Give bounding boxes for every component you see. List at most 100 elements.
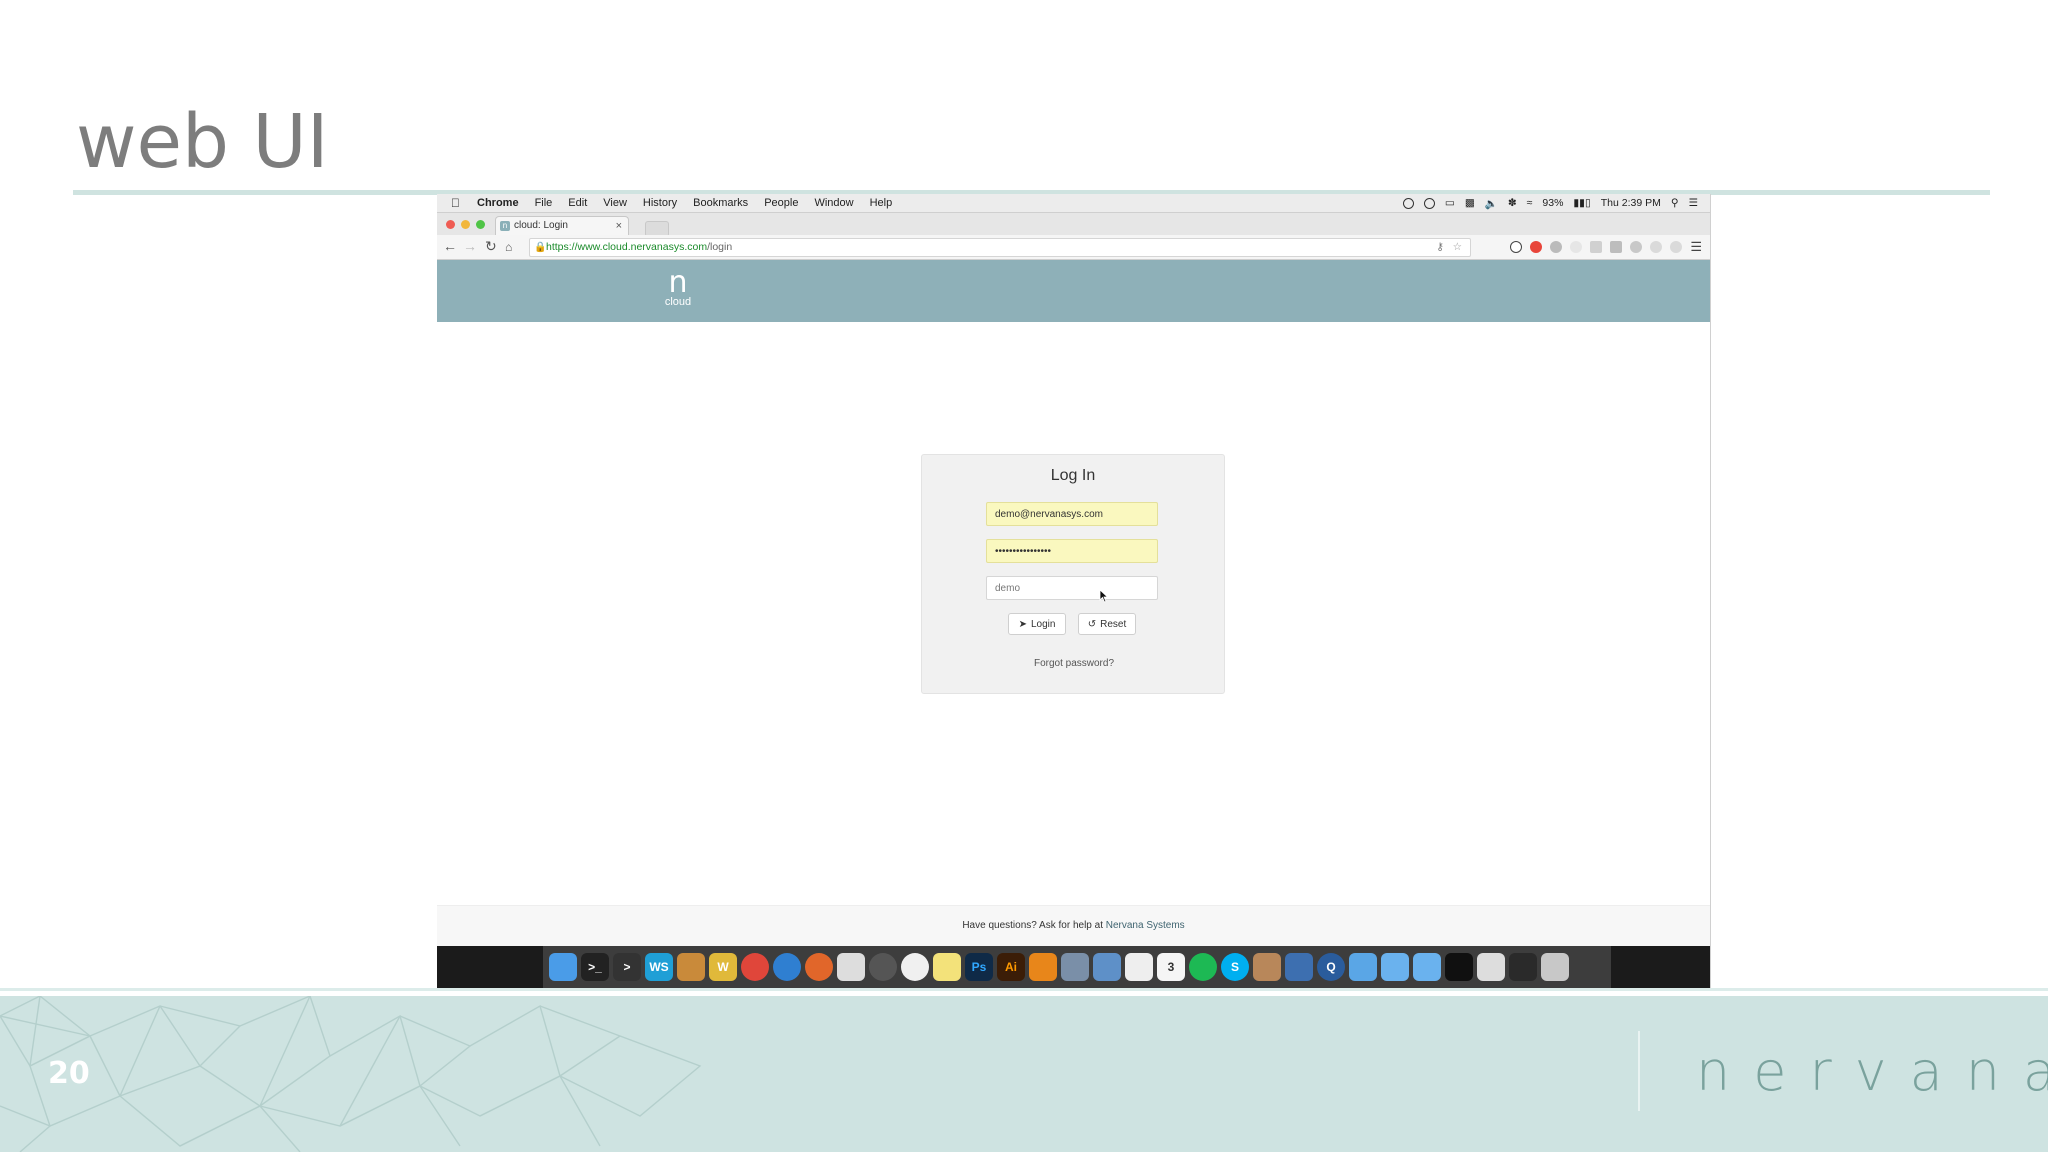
slide-title: web UI — [76, 99, 329, 185]
page-number: 20 — [48, 1056, 90, 1091]
status-icon[interactable] — [1402, 197, 1414, 209]
terminal-window-icon[interactable] — [1445, 953, 1473, 981]
spotify-icon[interactable] — [1189, 953, 1217, 981]
webstorm-icon[interactable]: WS — [645, 953, 673, 981]
wunderlist-icon[interactable]: W — [709, 953, 737, 981]
terminal-alt-icon[interactable]: > — [613, 953, 641, 981]
undo-icon: ↺ — [1087, 618, 1097, 630]
menu-edit[interactable]: Edit — [568, 197, 587, 209]
email-input[interactable] — [986, 502, 1158, 526]
launchpad-icon[interactable] — [837, 953, 865, 981]
notes-icon[interactable] — [933, 953, 961, 981]
logo-word: cloud — [664, 296, 692, 308]
extension-icon-6[interactable] — [1610, 241, 1623, 253]
scanner-icon[interactable] — [677, 953, 705, 981]
login-title: Log In — [1050, 467, 1096, 484]
footer-topline — [0, 988, 2048, 991]
menu-view[interactable]: View — [603, 197, 627, 209]
smiley-icon[interactable] — [901, 953, 929, 981]
menu-file[interactable]: File — [535, 197, 553, 209]
tenant-input[interactable] — [986, 576, 1158, 600]
extension-icon-9[interactable] — [1670, 241, 1683, 253]
tab-strip: n cloud: Login × — [437, 213, 1710, 237]
extension-icon-4[interactable] — [1570, 241, 1583, 253]
reset-button-label: Reset — [1100, 618, 1127, 630]
airplay-icon[interactable]: ▭ — [1445, 197, 1455, 209]
tab-close-icon[interactable]: × — [616, 217, 622, 235]
login-button-label: Login — [1030, 618, 1056, 630]
key-icon[interactable]: ⚷ — [1436, 239, 1444, 256]
image-viewer-icon[interactable] — [1061, 953, 1089, 981]
polygon-pattern — [0, 996, 702, 1152]
vlc-icon[interactable] — [1029, 953, 1057, 981]
window-zoom-icon[interactable] — [476, 220, 485, 229]
password-input[interactable] — [986, 539, 1158, 563]
virtualbox-icon[interactable] — [1285, 953, 1313, 981]
login-button[interactable]: ➤ Login — [1008, 613, 1066, 635]
textedit-icon[interactable] — [1125, 953, 1153, 981]
mac-dock: >_ > WS W Ps Ai 3 S Q — [437, 946, 1710, 990]
forward-icon[interactable]: → — [463, 238, 477, 254]
address-bar[interactable]: 🔒 https://www.cloud.nervanasys.com/login… — [529, 238, 1471, 257]
calendar-icon[interactable]: 3 — [1157, 953, 1185, 981]
mac-menubar:  Chrome File Edit View History Bookmark… — [437, 194, 1710, 213]
illustrator-icon[interactable]: Ai — [997, 953, 1025, 981]
extension-icon-8[interactable] — [1650, 241, 1663, 253]
footer-link[interactable]: Nervana Systems — [1106, 920, 1185, 931]
site-logo[interactable]: n cloud — [663, 265, 693, 309]
forgot-password-link[interactable]: Forgot password? — [922, 658, 1226, 669]
onepassword-extension-icon[interactable] — [1510, 241, 1523, 253]
tab-cloud-login[interactable]: n cloud: Login × — [495, 216, 629, 235]
footer-divider — [1638, 1031, 1640, 1111]
back-icon[interactable]: ← — [443, 238, 457, 254]
folder-docs-icon[interactable] — [1381, 953, 1409, 981]
safari-icon[interactable] — [773, 953, 801, 981]
reload-icon[interactable]: ↻ — [485, 238, 497, 255]
window-close-icon[interactable] — [446, 220, 455, 229]
terminal-icon[interactable]: >_ — [581, 953, 609, 981]
menu-app[interactable]: Chrome — [477, 197, 519, 209]
chrome-menu-icon[interactable]: ☰ — [1690, 239, 1702, 255]
compass-icon[interactable] — [869, 953, 897, 981]
menu-window[interactable]: Window — [814, 197, 853, 209]
dock-shelf: >_ > WS W Ps Ai 3 S Q — [543, 946, 1611, 988]
display-icon[interactable]: ▩ — [1465, 197, 1475, 209]
clock[interactable]: Thu 2:39 PM — [1601, 197, 1661, 209]
trash-icon[interactable] — [1541, 953, 1569, 981]
menu-help[interactable]: Help — [870, 197, 893, 209]
menubar-tray: ▭ ▩ 🔈 ✽ ≈ 93% ▮▮▯ Thu 2:39 PM ⚲ ☰ — [1402, 194, 1698, 212]
battery-icon[interactable]: ▮▮▯ — [1573, 197, 1590, 209]
reset-button[interactable]: ↺ Reset — [1078, 613, 1136, 635]
notification-center-icon[interactable]: ☰ — [1689, 197, 1698, 209]
bluetooth-icon[interactable]: ✽ — [1508, 197, 1517, 209]
pen-extension-icon[interactable] — [1550, 241, 1563, 253]
folder-apps-icon[interactable] — [1349, 953, 1377, 981]
preview-icon[interactable] — [1093, 953, 1121, 981]
finder-icon[interactable] — [549, 953, 577, 981]
chrome-icon[interactable] — [741, 953, 769, 981]
window-minimize-icon[interactable] — [461, 220, 470, 229]
opera-extension-icon[interactable] — [1530, 241, 1543, 253]
quicktime-icon[interactable]: Q — [1317, 953, 1345, 981]
skype-icon[interactable]: S — [1221, 953, 1249, 981]
folder-downloads-icon[interactable] — [1413, 953, 1441, 981]
spotlight-icon[interactable]: ⚲ — [1671, 197, 1679, 209]
menu-people[interactable]: People — [764, 197, 798, 209]
volume-icon[interactable]: 🔈 — [1485, 197, 1498, 210]
firefox-icon[interactable] — [805, 953, 833, 981]
bookmark-star-icon[interactable]: ☆ — [1453, 239, 1462, 256]
display-icon[interactable] — [1509, 953, 1537, 981]
home-icon[interactable]: ⌂ — [505, 240, 512, 254]
books-icon[interactable] — [1253, 953, 1281, 981]
menu-history[interactable]: History — [643, 197, 677, 209]
url-text: https://www.cloud.nervanasys.com/login — [546, 241, 733, 253]
menu-bookmarks[interactable]: Bookmarks — [693, 197, 748, 209]
logo-glyph: n — [668, 265, 688, 300]
extension-icon-5[interactable] — [1590, 241, 1603, 253]
apple-icon[interactable]:  — [451, 196, 463, 210]
screenshot-icon[interactable] — [1477, 953, 1505, 981]
extension-icon-7[interactable] — [1630, 241, 1643, 253]
wifi-icon[interactable]: ≈ — [1527, 197, 1533, 209]
photoshop-icon[interactable]: Ps — [965, 953, 993, 981]
onepassword-icon[interactable] — [1423, 197, 1435, 209]
